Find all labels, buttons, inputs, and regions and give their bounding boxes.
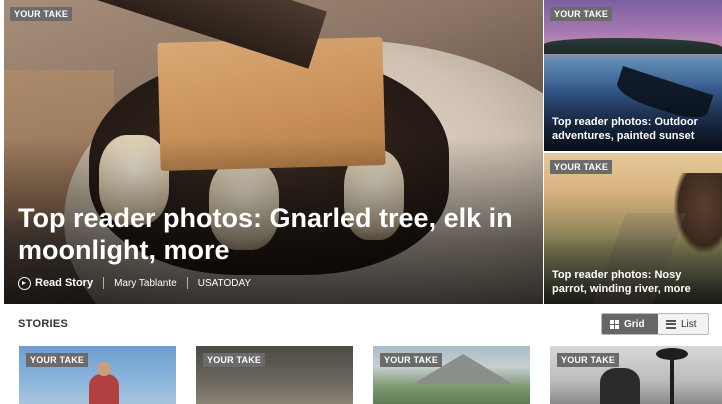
view-toggle: Grid List	[601, 313, 709, 335]
grid-view-button[interactable]: Grid	[602, 314, 658, 334]
side-tag: YOUR TAKE	[550, 7, 613, 21]
side-story-card[interactable]: YOUR TAKE Top reader photos: Nosy parrot…	[544, 153, 722, 304]
hero-author: Mary Tablante	[114, 277, 177, 289]
story-thumb[interactable]: YOUR TAKE	[550, 346, 722, 404]
hero-title[interactable]: Top reader photos: Gnarled tree, elk in …	[18, 202, 518, 266]
thumb-tag: YOUR TAKE	[380, 353, 443, 367]
meta-divider	[103, 277, 105, 289]
side-story-title[interactable]: Top reader photos: Outdoor adventures, p…	[552, 115, 717, 143]
grid-icon	[610, 319, 619, 329]
hero-tag: YOUR TAKE	[10, 7, 73, 21]
thumb-tag: YOUR TAKE	[203, 353, 266, 367]
thumb-image-palm	[656, 348, 688, 404]
stories-header: STORIES Grid List	[0, 304, 722, 344]
grid-label: Grid	[624, 318, 645, 330]
hero-story[interactable]: YOUR TAKE Top reader photos: Gnarled tre…	[4, 0, 543, 304]
read-story-link[interactable]: Read Story	[35, 277, 93, 289]
list-view-button[interactable]: List	[658, 314, 708, 334]
story-thumb[interactable]: YOUR TAKE	[19, 346, 176, 404]
thumb-tag: YOUR TAKE	[557, 353, 620, 367]
hero-source: USATODAY	[197, 277, 252, 289]
story-thumb[interactable]: YOUR TAKE	[373, 346, 530, 404]
story-thumb[interactable]: YOUR TAKE	[196, 346, 353, 404]
play-circle-icon[interactable]	[18, 276, 31, 290]
thumb-image-person	[600, 368, 640, 404]
side-story-card[interactable]: YOUR TAKE Top reader photos: Outdoor adv…	[544, 0, 722, 151]
thumb-tag: YOUR TAKE	[26, 353, 89, 367]
thumb-image-person	[89, 362, 119, 404]
side-tag: YOUR TAKE	[550, 160, 613, 174]
meta-divider	[186, 277, 188, 289]
list-label: List	[681, 318, 697, 330]
stories-heading: STORIES	[18, 318, 69, 330]
list-icon	[666, 319, 676, 329]
hero-meta: Read Story Mary Tablante USATODAY	[18, 274, 251, 292]
side-story-title[interactable]: Top reader photos: Nosy parrot, winding …	[552, 268, 717, 296]
